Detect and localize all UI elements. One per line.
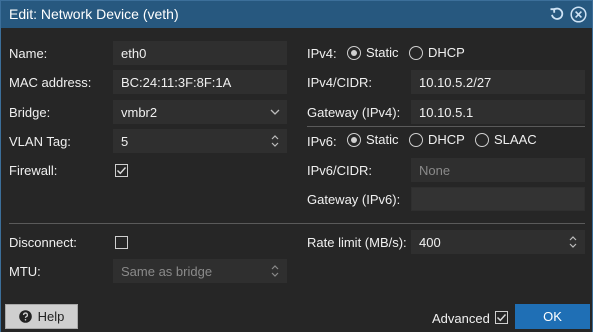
gateway-ipv4-value: 10.10.5.1	[419, 105, 474, 120]
vlan-tag-value: 5	[121, 134, 129, 149]
gateway-ipv4-field[interactable]: 10.10.5.1	[411, 100, 585, 124]
rate-limit-value: 400	[419, 235, 441, 250]
mac-address-value: BC:24:11:3F:8F:1A	[121, 75, 232, 90]
dialog-title: Edit: Network Device (veth)	[9, 6, 179, 22]
radio-checked-icon	[347, 45, 361, 60]
radio-unchecked-icon	[409, 45, 423, 60]
spinner-icon[interactable]	[268, 263, 282, 279]
chevron-down-icon[interactable]	[268, 104, 282, 120]
mtu-field[interactable]: Same as bridge	[113, 259, 287, 283]
name-label: Name:	[9, 46, 48, 61]
advanced-label: Advanced	[432, 311, 490, 326]
close-icon[interactable]	[569, 5, 587, 23]
ipv4-static-label: Static	[366, 45, 399, 60]
ipv4-cidr-value: 10.10.5.2/27	[419, 75, 492, 90]
mac-address-label: MAC address:	[9, 75, 92, 90]
disconnect-checkbox[interactable]	[115, 236, 128, 249]
check-icon	[117, 167, 127, 175]
ok-label: OK	[543, 309, 562, 324]
ipv6-static-label: Static	[366, 132, 399, 147]
name-value: eth0	[121, 46, 147, 61]
firewall-label: Firewall:	[9, 163, 58, 178]
ipv6-static-radio[interactable]: Static	[347, 132, 399, 147]
vlan-tag-field[interactable]: 5	[113, 129, 287, 153]
ok-button[interactable]: OK	[515, 304, 590, 329]
ipv6-dhcp-label: DHCP	[428, 132, 465, 147]
bridge-select[interactable]: vmbr2	[113, 100, 287, 124]
ipv6-slaac-radio[interactable]: SLAAC	[475, 132, 537, 147]
ipv6-slaac-label: SLAAC	[494, 132, 537, 147]
gateway-ipv4-label: Gateway (IPv4):	[307, 105, 401, 120]
question-circle-icon	[18, 310, 32, 323]
check-icon	[497, 314, 507, 322]
ipv4-dhcp-label: DHCP	[428, 45, 465, 60]
name-field[interactable]: eth0	[113, 41, 287, 65]
rate-limit-field[interactable]: 400	[411, 230, 585, 254]
radio-checked-icon	[347, 132, 361, 147]
ipv4-cidr-field[interactable]: 10.10.5.2/27	[411, 70, 585, 94]
mtu-placeholder: Same as bridge	[121, 264, 213, 279]
bridge-label: Bridge:	[9, 105, 51, 120]
ipv4-dhcp-radio[interactable]: DHCP	[409, 45, 465, 60]
ipv6-dhcp-radio[interactable]: DHCP	[409, 132, 465, 147]
firewall-checkbox[interactable]	[115, 164, 128, 177]
help-button[interactable]: Help	[5, 304, 78, 329]
vlan-tag-label: VLAN Tag:	[9, 134, 71, 149]
advanced-separator	[9, 223, 585, 224]
radio-unchecked-icon	[409, 132, 423, 147]
bridge-value: vmbr2	[121, 105, 158, 120]
spinner-icon[interactable]	[566, 234, 580, 250]
ipv6-cidr-label: IPv6/CIDR:	[307, 163, 373, 178]
reset-icon[interactable]	[548, 5, 566, 23]
ipv6-cidr-placeholder: None	[419, 163, 451, 178]
ipv4-static-radio[interactable]: Static	[347, 45, 399, 60]
ipv4-label: IPv4:	[307, 46, 337, 61]
ipv6-cidr-field[interactable]: None	[411, 158, 585, 182]
mac-address-field[interactable]: BC:24:11:3F:8F:1A	[113, 70, 287, 94]
ipv4-cidr-label: IPv4/CIDR:	[307, 75, 373, 90]
advanced-checkbox[interactable]	[495, 311, 508, 324]
help-label: Help	[37, 309, 65, 324]
disconnect-label: Disconnect:	[9, 235, 77, 250]
gateway-ipv6-field[interactable]	[411, 187, 585, 211]
spinner-icon[interactable]	[268, 133, 282, 149]
radio-unchecked-icon	[475, 132, 489, 147]
ip-separator	[307, 126, 585, 127]
title-bar: Edit: Network Device (veth)	[1, 1, 592, 28]
mtu-label: MTU:	[9, 264, 41, 279]
gateway-ipv6-label: Gateway (IPv6):	[307, 192, 401, 207]
dialog-window: Edit: Network Device (veth) Name: eth0 M…	[0, 0, 593, 332]
ipv6-label: IPv6:	[307, 134, 337, 149]
rate-limit-label: Rate limit (MB/s):	[307, 235, 407, 250]
